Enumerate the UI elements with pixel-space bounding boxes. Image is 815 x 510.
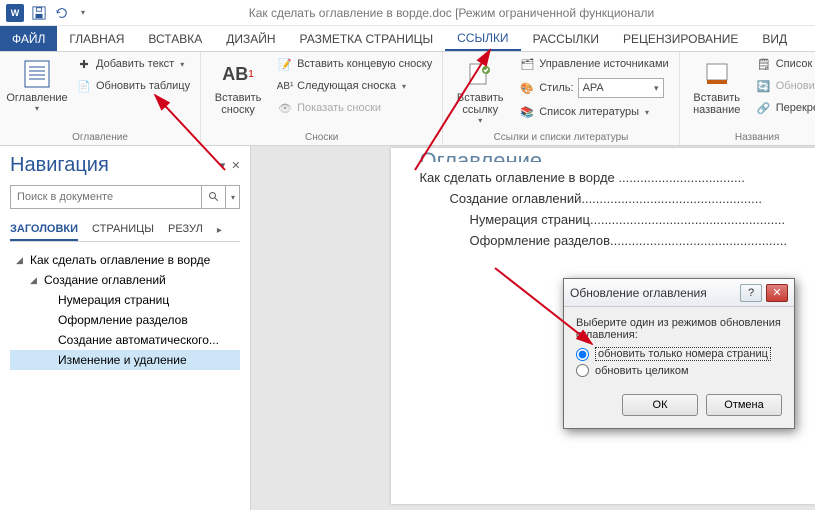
list-figures-button[interactable]: 🗒Список и	[752, 54, 815, 74]
insert-endnote-button[interactable]: 📝Вставить концевую сноску	[273, 54, 436, 74]
style-row: 🎨 Стиль: APA▾	[515, 76, 672, 100]
footnote-icon: AB1	[222, 58, 254, 90]
search-box: ▾	[10, 185, 240, 209]
close-button[interactable]: ✕	[766, 284, 788, 302]
tree-item[interactable]: Нумерация страниц	[10, 290, 240, 310]
tree-item[interactable]: Оформление разделов	[10, 310, 240, 330]
citation-icon	[464, 58, 496, 90]
manage-icon: 🗂	[519, 56, 535, 72]
group-captions: Вставить название 🗒Список и 🔄Обновит 🔗Пе…	[680, 52, 815, 145]
radio-entire[interactable]: обновить целиком	[576, 364, 782, 377]
search-button[interactable]	[201, 186, 225, 208]
ok-button[interactable]: ОК	[622, 394, 698, 416]
cancel-button[interactable]: Отмена	[706, 394, 782, 416]
toc-button[interactable]: Оглавление ▾	[6, 54, 68, 117]
tab-view[interactable]: ВИД	[750, 26, 799, 51]
add-text-button[interactable]: ✚Добавить текст▾	[72, 54, 194, 74]
toc-line: Создание оглавлений.....................…	[419, 191, 787, 206]
next-footnote-button[interactable]: AB¹Следующая сноска▾	[273, 76, 436, 96]
citation-label: Вставить ссылку	[457, 92, 504, 116]
group-toc: Оглавление ▾ ✚Добавить текст▾ 📄Обновить …	[0, 52, 201, 145]
nav-tabs-more-icon[interactable]: ▸	[217, 225, 222, 236]
nav-tree: ◢Как сделать оглавление в ворде ◢Создани…	[10, 250, 240, 370]
manage-sources-button[interactable]: 🗂Управление источниками	[515, 54, 672, 74]
insert-citation-button[interactable]: Вставить ссылку ▾	[449, 54, 511, 129]
update-toc-dialog: Обновление оглавления ? ✕ Выберите один …	[563, 278, 795, 429]
help-button[interactable]: ?	[740, 284, 762, 302]
qat-dropdown-icon[interactable]: ▾	[72, 2, 94, 24]
tab-file[interactable]: ФАЙЛ	[0, 26, 57, 51]
update-icon: 📄	[76, 78, 92, 94]
style-combo[interactable]: APA▾	[578, 78, 664, 98]
doc-heading: Оглавление	[419, 148, 787, 162]
tree-item[interactable]: ◢Как сделать оглавление в ворде	[10, 250, 240, 270]
tab-insert[interactable]: ВСТАВКА	[136, 26, 214, 51]
show-icon: 👁	[277, 100, 293, 116]
add-text-icon: ✚	[76, 56, 92, 72]
dialog-title: Обновление оглавления	[570, 286, 736, 300]
tree-item[interactable]: Изменение и удаление	[10, 350, 240, 370]
update-figures-button[interactable]: 🔄Обновит	[752, 76, 815, 96]
dialog-prompt: Выберите один из режимов обновления огла…	[576, 317, 782, 341]
toc-line: Как сделать оглавление в ворде .........…	[419, 170, 787, 185]
tree-item[interactable]: Создание автоматического...	[10, 330, 240, 350]
ribbon-tabs: ФАЙЛ ГЛАВНАЯ ВСТАВКА ДИЗАЙН РАЗМЕТКА СТР…	[0, 26, 815, 52]
navigation-pane: Навигация ▾✕ ▾ ЗАГОЛОВКИ СТРАНИЦЫ РЕЗУЛ …	[0, 146, 251, 510]
update-toc-button[interactable]: 📄Обновить таблицу	[72, 76, 194, 96]
nav-dropdown-icon[interactable]: ▾	[220, 159, 226, 172]
footnote-label: Вставить сноску	[215, 92, 262, 116]
tab-home[interactable]: ГЛАВНАЯ	[57, 26, 136, 51]
search-dropdown-icon[interactable]: ▾	[225, 186, 239, 208]
nav-tab-headings[interactable]: ЗАГОЛОВКИ	[10, 219, 78, 241]
tab-design[interactable]: ДИЗАЙН	[214, 26, 287, 51]
group-captions-label: Названия	[686, 130, 815, 145]
group-toc-label: Оглавление	[6, 130, 194, 145]
nav-tab-results[interactable]: РЕЗУЛ	[168, 219, 203, 241]
nav-title: Навигация	[10, 154, 109, 177]
biblio-icon: 📚	[519, 104, 535, 120]
group-footnotes-label: Сноски	[207, 130, 436, 145]
group-citations-label: Ссылки и списки литературы	[449, 130, 672, 145]
caption-icon	[701, 58, 733, 90]
toc-icon	[21, 58, 53, 90]
group-footnotes: AB1 Вставить сноску 📝Вставить концевую с…	[201, 52, 443, 145]
style-icon: 🎨	[519, 80, 535, 96]
endnote-icon: 📝	[277, 56, 293, 72]
undo-icon[interactable]	[50, 2, 72, 24]
window-title: Как сделать оглавление в ворде.doc [Режи…	[94, 6, 809, 20]
toc-line: Оформление разделов.....................…	[419, 233, 787, 248]
radio-input[interactable]	[576, 348, 589, 361]
crossref-button[interactable]: 🔗Перекрес	[752, 98, 815, 118]
insert-caption-button[interactable]: Вставить название	[686, 54, 748, 120]
nav-tab-pages[interactable]: СТРАНИЦЫ	[92, 219, 154, 241]
caption-label: Вставить название	[693, 92, 740, 116]
title-bar: W ▾ Как сделать оглавление в ворде.doc […	[0, 0, 815, 26]
tab-review[interactable]: РЕЦЕНЗИРОВАНИЕ	[611, 26, 750, 51]
group-citations: Вставить ссылку ▾ 🗂Управление источникам…	[443, 52, 679, 145]
toc-line: Нумерация страниц.......................…	[419, 212, 787, 227]
radio-input[interactable]	[576, 364, 589, 377]
bibliography-button[interactable]: 📚Список литературы▾	[515, 102, 672, 122]
show-notes-button[interactable]: 👁Показать сноски	[273, 98, 436, 118]
search-input[interactable]	[11, 186, 201, 208]
toc-label: Оглавление	[6, 92, 67, 104]
tab-mailings[interactable]: РАССЫЛКИ	[521, 26, 611, 51]
tab-references[interactable]: ССЫЛКИ	[445, 26, 520, 51]
nav-close-icon[interactable]: ✕	[231, 159, 240, 172]
ribbon: Оглавление ▾ ✚Добавить текст▾ 📄Обновить …	[0, 52, 815, 146]
radio-page-numbers[interactable]: обновить только номера страниц	[576, 347, 782, 361]
tree-item[interactable]: ◢Создание оглавлений	[10, 270, 240, 290]
word-icon: W	[6, 4, 24, 22]
tab-layout[interactable]: РАЗМЕТКА СТРАНИЦЫ	[288, 26, 446, 51]
save-icon[interactable]	[28, 2, 50, 24]
insert-footnote-button[interactable]: AB1 Вставить сноску	[207, 54, 269, 120]
